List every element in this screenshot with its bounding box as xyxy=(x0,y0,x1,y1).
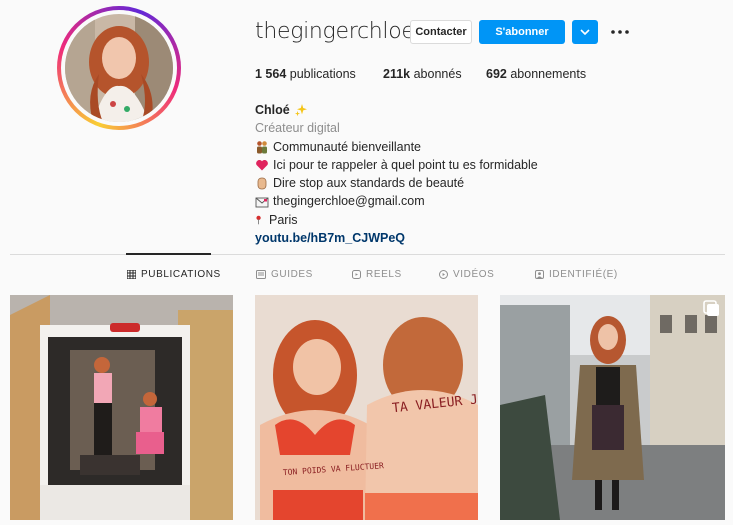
guides-icon xyxy=(256,270,266,279)
profile-bio: Chloé Créateur digital Communauté bienve… xyxy=(255,101,538,247)
bio-line-community: Communauté bienveillante xyxy=(273,139,422,154)
post-thumbnail-2[interactable]: TA VALEUR JAMAIS TON POIDS VA FLUCTUER xyxy=(255,295,478,520)
following-link[interactable]: 692 abonnements xyxy=(486,67,586,81)
tab-reels[interactable]: REELS xyxy=(352,269,402,280)
bio-website-link[interactable]: youtu.be/hB7m_CJWPeQ xyxy=(255,229,538,247)
tab-publications[interactable]: PUBLICATIONS xyxy=(127,269,221,280)
heart-icon xyxy=(256,160,268,171)
tabs-divider xyxy=(10,254,725,255)
active-tab-indicator xyxy=(126,253,211,255)
bio-line-reminder: Ici pour te rappeler à quel point tu es … xyxy=(273,157,538,172)
envelope-icon xyxy=(255,197,269,208)
tab-guides[interactable]: GUIDES xyxy=(256,269,313,280)
video-icon xyxy=(439,270,448,279)
chevron-down-icon xyxy=(580,29,590,35)
reels-icon xyxy=(352,270,361,279)
post-thumbnail-1[interactable] xyxy=(10,295,233,520)
tab-tagged[interactable]: IDENTIFIÉ(E) xyxy=(535,269,618,280)
hand-icon xyxy=(257,177,267,190)
pin-icon xyxy=(256,215,261,225)
profile-avatar-ring[interactable] xyxy=(57,6,181,130)
bio-line-email: thegingerchloe@gmail.com xyxy=(273,194,425,209)
profile-category: Créateur digital xyxy=(255,121,340,136)
tagged-icon xyxy=(535,270,544,279)
follow-button[interactable]: S'abonner xyxy=(479,20,565,44)
followers-link[interactable]: 211k abonnés xyxy=(383,67,462,81)
more-options-button[interactable] xyxy=(610,22,630,42)
posts-count: 1 564 publications xyxy=(255,67,356,81)
sparkles-icon xyxy=(294,104,307,117)
more-icon xyxy=(611,30,629,34)
grid-icon xyxy=(127,270,136,279)
tab-videos[interactable]: VIDÉOS xyxy=(439,269,494,280)
bio-line-standards: Dire stop aux standards de beauté xyxy=(273,176,465,191)
people-icon xyxy=(257,140,267,154)
avatar[interactable] xyxy=(65,14,173,122)
profile-username: thegingerchloe xyxy=(255,19,415,44)
suggestions-dropdown-button[interactable] xyxy=(572,20,598,44)
post-thumbnail-3[interactable] xyxy=(500,295,725,520)
bio-line-location: Paris xyxy=(269,212,298,227)
contact-button[interactable]: Contacter xyxy=(410,20,472,44)
profile-name: Chloé xyxy=(255,103,290,117)
